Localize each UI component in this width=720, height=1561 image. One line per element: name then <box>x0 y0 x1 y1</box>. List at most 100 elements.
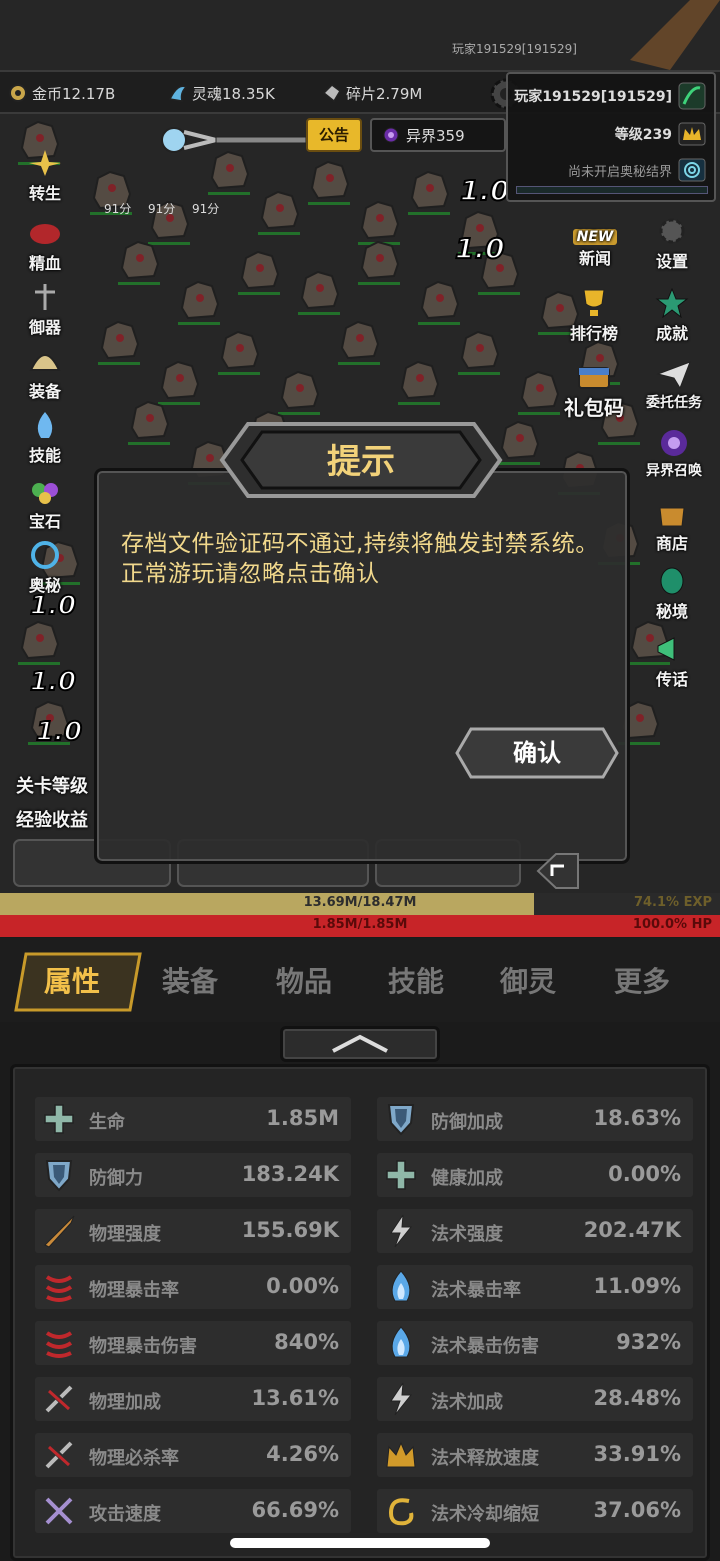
menu-rebirth[interactable]: 转生 <box>10 148 80 204</box>
stat-name: 防御加成 <box>431 1112 503 1133</box>
stat-value: 0.00% <box>266 1274 339 1298</box>
secret-progress <box>516 186 708 194</box>
player-panel[interactable]: 玩家191529[191529] 等级239 尚未开启奥秘结界 <box>506 72 716 202</box>
collapse-toggle[interactable] <box>280 1026 440 1062</box>
broken-sword-icon <box>45 1441 73 1469</box>
soul-text: 灵魂18.35K <box>192 84 275 103</box>
gold-coin-icon <box>9 84 27 102</box>
chest-icon <box>578 367 610 389</box>
menu-gem[interactable]: 宝石 <box>10 476 80 532</box>
stat-value: 18.63% <box>593 1106 681 1130</box>
feather-icon <box>678 82 706 110</box>
stat-row: 法术暴击伤害 932% <box>377 1321 693 1365</box>
player-level-row: 等级239 <box>615 122 706 146</box>
home-indicator[interactable] <box>230 1538 490 1548</box>
float-score-1: 91分 <box>104 202 132 216</box>
menu-achievement[interactable]: 成就 <box>640 288 704 344</box>
menu-settings[interactable]: 设置 <box>644 216 700 272</box>
cross-icon <box>386 1160 416 1190</box>
slash-icon <box>45 1275 73 1302</box>
stat-name: 物理加成 <box>89 1392 161 1413</box>
settings-gear-icon <box>659 218 685 244</box>
tab-attributes[interactable]: 属性 <box>44 960 100 1000</box>
menu-secret-realm[interactable]: 秘境 <box>640 566 704 622</box>
player-name: 玩家191529[191529] <box>514 89 672 105</box>
stat-row: 防御力 183.24K <box>35 1153 351 1197</box>
stat-value: 33.91% <box>593 1442 681 1466</box>
menu-ranking[interactable]: 排行榜 <box>556 288 632 344</box>
stat-value: 66.69% <box>251 1498 339 1522</box>
stage-level-label: 关卡等级 <box>16 776 88 797</box>
stat-name: 物理暴击伤害 <box>89 1336 197 1357</box>
menu-settings-label: 设置 <box>655 252 688 271</box>
svg-text:1.0: 1.0 <box>30 667 76 697</box>
svg-text:1.0: 1.0 <box>36 717 82 747</box>
tab-spirits[interactable]: 御灵 <box>500 960 556 1000</box>
tab-items[interactable]: 物品 <box>276 960 332 1000</box>
menu-mystery[interactable]: 奥秘 <box>10 540 80 596</box>
gold-resource: 金币12.17B <box>8 82 115 104</box>
tab-equipment[interactable]: 装备 <box>162 960 218 1000</box>
menu-ranking-label: 排行榜 <box>569 324 618 343</box>
vortex-icon <box>678 158 706 182</box>
soul-icon <box>168 85 188 102</box>
menu-message-label: 传话 <box>655 670 688 689</box>
menu-equipment[interactable]: 装备 <box>10 346 80 402</box>
hp-percent: 100.0% HP <box>632 917 712 932</box>
otherworld-icon <box>383 127 399 143</box>
menu-shop[interactable]: 商店 <box>640 498 704 554</box>
new-badge: NEW <box>572 229 618 245</box>
battle-field: 1.0 1.0 1.0 1.0 1.0 玩家191529[191529] 金币1… <box>0 0 720 893</box>
menu-news[interactable]: NEW 新闻 <box>560 226 630 269</box>
stat-name: 法术暴击伤害 <box>431 1336 539 1357</box>
menu-news-label: 新闻 <box>578 249 611 268</box>
tab-skills[interactable]: 技能 <box>388 960 444 1000</box>
tab-more[interactable]: 更多 <box>614 960 670 1000</box>
flame-icon <box>391 1270 411 1302</box>
realm-icon <box>660 567 684 595</box>
menu-giftcode[interactable]: 礼包码 <box>556 360 632 421</box>
menu-summon[interactable]: 异界召唤 <box>636 428 712 480</box>
shard-icon <box>322 84 341 103</box>
stat-value: 4.26% <box>266 1442 339 1466</box>
portal-icon <box>661 430 687 456</box>
slash-icon <box>45 1331 73 1358</box>
menu-artifact[interactable]: 御器 <box>10 282 80 338</box>
stat-row: 健康加成 0.00% <box>377 1153 693 1197</box>
stat-row: 法术暴击率 11.09% <box>377 1265 693 1309</box>
helmet-icon <box>29 354 61 371</box>
stat-value: 155.69K <box>241 1218 339 1242</box>
bottom-tabs: 属性 装备 物品 技能 御灵 更多 <box>0 938 720 1022</box>
menu-artifact-label: 御器 <box>28 318 61 337</box>
menu-commission[interactable]: 委托任务 <box>636 360 712 412</box>
confirm-button[interactable]: 确认 <box>455 727 619 779</box>
game-screen: 1.0 1.0 1.0 1.0 1.0 玩家191529[191529] 金币1… <box>0 0 720 1561</box>
menu-essence-label: 精血 <box>28 254 61 273</box>
hp-bar: 1.85M/1.85M 100.0% HP <box>0 915 720 937</box>
stat-name: 物理必杀率 <box>89 1448 179 1469</box>
stat-name: 法术暴击率 <box>431 1280 521 1301</box>
exp-gain-label: 经验收益 <box>16 810 88 831</box>
menu-essence[interactable]: 精血 <box>10 218 80 274</box>
menu-mystery-label: 奥秘 <box>28 576 61 595</box>
menu-message[interactable]: 传话 <box>640 634 704 690</box>
cross-icon <box>44 1104 74 1134</box>
stat-row: 物理加成 13.61% <box>35 1377 351 1421</box>
dialog-title-frame: 提示 <box>218 418 504 502</box>
gem-icon <box>32 483 58 504</box>
otherworld-level[interactable]: 异界359 <box>370 118 506 152</box>
float-score-3: 91分 <box>192 202 220 216</box>
menu-skill[interactable]: 技能 <box>10 410 80 466</box>
menu-achievement-label: 成就 <box>655 324 688 343</box>
notice-button[interactable]: 公告 <box>306 118 362 152</box>
rebirth-icon <box>29 150 61 176</box>
stat-row: 法术强度 202.47K <box>377 1209 693 1253</box>
stat-row: 法术冷却缩短 37.06% <box>377 1489 693 1533</box>
stat-value: 1.85M <box>266 1106 339 1130</box>
return-arrow-icon[interactable] <box>536 852 580 890</box>
menu-shop-label: 商店 <box>655 534 688 553</box>
hp-value: 1.85M/1.85M <box>312 917 408 932</box>
lightning-icon <box>390 1382 413 1416</box>
stat-name: 法术强度 <box>431 1224 503 1245</box>
shield-icon <box>387 1104 415 1136</box>
